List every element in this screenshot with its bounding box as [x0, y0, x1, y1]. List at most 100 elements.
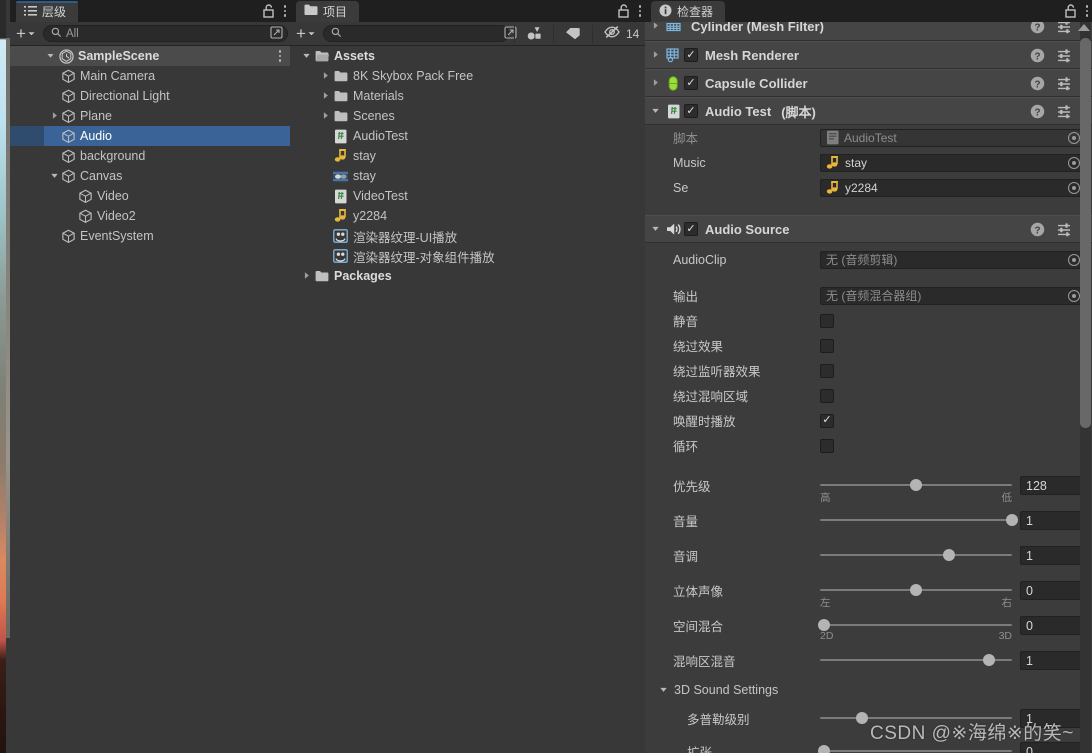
lock-open-icon[interactable]: [1064, 4, 1077, 18]
object-field[interactable]: stay: [820, 153, 1084, 172]
kebab-menu-icon[interactable]: [638, 5, 641, 17]
project-item-Assets[interactable]: Assets: [290, 46, 645, 66]
inspector-scrollbar-thumb[interactable]: [1080, 38, 1091, 428]
chevron-right-icon[interactable]: [319, 111, 332, 122]
chevron-right-icon[interactable]: [319, 71, 332, 82]
help-icon[interactable]: ?: [1030, 48, 1045, 63]
slider-value-field[interactable]: 0: [1020, 581, 1084, 600]
component-header-capsule-collider[interactable]: ✓ Capsule Collider ?: [645, 69, 1092, 97]
hierarchy-item-video[interactable]: Video: [10, 186, 290, 206]
slider[interactable]: 1: [820, 706, 1084, 731]
slider[interactable]: 1: [820, 508, 1084, 533]
slider-knob[interactable]: [942, 549, 955, 561]
project-item-8K-Skybox-Pack-Free[interactable]: 8K Skybox Pack Free: [290, 66, 645, 86]
slider-track[interactable]: [820, 519, 1012, 521]
component-header-mesh-renderer[interactable]: ✓ Mesh Renderer ?: [645, 41, 1092, 69]
expand-window-icon[interactable]: [270, 25, 283, 42]
project-item-渲染器纹理-UI播放[interactable]: 渲染器纹理-UI播放: [290, 226, 645, 246]
tab-inspector[interactable]: 检查器: [651, 1, 726, 22]
chevron-right-icon[interactable]: [48, 111, 61, 122]
hierarchy-item-directional-light[interactable]: Directional Light: [10, 86, 290, 106]
preset-settings-icon[interactable]: [1057, 222, 1071, 237]
create-gameobject-button[interactable]: +: [14, 25, 38, 42]
help-icon[interactable]: ?: [1030, 22, 1045, 34]
slider-track[interactable]: [820, 717, 1012, 719]
component-header-audio-test[interactable]: ✓ Audio Test (脚本) ?: [645, 97, 1092, 125]
chevron-down-icon[interactable]: [657, 685, 670, 696]
hierarchy-item-audio[interactable]: Audio: [10, 126, 290, 146]
project-item-AudioTest[interactable]: AudioTest: [290, 126, 645, 146]
component-header-audio-source[interactable]: ✓ Audio Source ?: [645, 215, 1092, 243]
chevron-right-icon[interactable]: [649, 78, 662, 89]
slider[interactable]: 1: [820, 543, 1084, 568]
project-tree[interactable]: Assets 8K Skybox Pack Free Materials Scenes…: [290, 46, 645, 753]
object-picker-icon[interactable]: [1068, 289, 1080, 302]
project-item-Scenes[interactable]: Scenes: [290, 106, 645, 126]
slider-value-field[interactable]: 1: [1020, 511, 1084, 530]
chevron-right-icon[interactable]: [300, 271, 313, 282]
project-search-box[interactable]: [322, 25, 517, 42]
help-icon[interactable]: ?: [1030, 76, 1045, 91]
tab-hierarchy[interactable]: 层级: [16, 1, 79, 22]
slider-value-field[interactable]: 0: [1020, 616, 1084, 635]
kebab-menu-icon[interactable]: [278, 50, 281, 62]
field-checkbox[interactable]: ✓: [820, 413, 834, 428]
object-picker-icon[interactable]: [1068, 131, 1080, 144]
slider-track[interactable]: [820, 554, 1012, 556]
hierarchy-item-video2[interactable]: Video2: [10, 206, 290, 226]
hierarchy-scene-row[interactable]: SampleScene: [10, 46, 290, 66]
slider-value-field[interactable]: 0: [1020, 742, 1084, 753]
object-field[interactable]: 无 (音频剪辑): [820, 250, 1084, 269]
hierarchy-item-background[interactable]: background: [10, 146, 290, 166]
foldout-3d-sound-settings[interactable]: 3D Sound Settings: [645, 678, 1092, 702]
help-icon[interactable]: ?: [1030, 104, 1045, 119]
hierarchy-tree[interactable]: SampleScene Main Camera Directional Ligh…: [10, 46, 290, 753]
hierarchy-search-box[interactable]: [42, 25, 288, 42]
preset-settings-icon[interactable]: [1057, 76, 1071, 91]
slider-track[interactable]: [820, 624, 1012, 626]
field-checkbox[interactable]: [820, 438, 834, 453]
chevron-down-icon[interactable]: [649, 224, 662, 235]
project-item-Packages[interactable]: Packages: [290, 266, 645, 286]
hierarchy-item-canvas[interactable]: Canvas: [10, 166, 290, 186]
object-field[interactable]: y2284: [820, 178, 1084, 197]
preset-settings-icon[interactable]: [1057, 48, 1071, 63]
slider-value-field[interactable]: 128: [1020, 476, 1084, 495]
slider-value-field[interactable]: 1: [1020, 546, 1084, 565]
slider-knob[interactable]: [1006, 514, 1018, 526]
project-item-stay[interactable]: stay: [290, 146, 645, 166]
component-enabled-checkbox[interactable]: ✓: [684, 76, 698, 90]
project-search-input[interactable]: [345, 27, 500, 40]
component-enabled-checkbox[interactable]: ✓: [684, 104, 698, 118]
component-enabled-checkbox[interactable]: ✓: [684, 222, 698, 236]
slider-knob[interactable]: [856, 712, 869, 724]
preset-settings-icon[interactable]: [1057, 104, 1071, 119]
field-checkbox[interactable]: [820, 363, 834, 378]
component-enabled-checkbox[interactable]: ✓: [684, 48, 698, 62]
hierarchy-search-input[interactable]: [65, 27, 266, 40]
object-picker-icon[interactable]: [1068, 253, 1080, 266]
slider[interactable]: 2D 3D 0: [817, 613, 1084, 642]
kebab-menu-icon[interactable]: [1085, 5, 1088, 17]
tab-project[interactable]: 项目: [296, 1, 360, 22]
slider[interactable]: 1: [820, 648, 1084, 673]
chevron-right-icon[interactable]: [319, 91, 332, 102]
asset-type-filter-icon[interactable]: [520, 26, 548, 41]
slider[interactable]: 左 右 0: [820, 578, 1084, 609]
hierarchy-item-eventsystem[interactable]: EventSystem: [10, 226, 290, 246]
object-picker-icon[interactable]: [1068, 156, 1080, 169]
chevron-right-icon[interactable]: [649, 50, 662, 61]
expand-window-icon[interactable]: [504, 25, 517, 42]
hierarchy-item-main-camera[interactable]: Main Camera: [10, 66, 290, 86]
field-checkbox[interactable]: [820, 313, 834, 328]
slider-knob[interactable]: [817, 745, 830, 753]
help-icon[interactable]: ?: [1030, 222, 1045, 237]
project-item-y2284[interactable]: y2284: [290, 206, 645, 226]
slider-value-field[interactable]: 1: [1020, 651, 1084, 670]
chevron-down-icon[interactable]: [44, 51, 57, 62]
chevron-down-icon[interactable]: [649, 106, 662, 117]
scroll-up-arrow-icon[interactable]: [1078, 24, 1090, 31]
preset-settings-icon[interactable]: [1057, 22, 1071, 34]
chevron-right-icon[interactable]: [649, 22, 662, 32]
hidden-packages-toggle[interactable]: 14: [598, 25, 641, 42]
